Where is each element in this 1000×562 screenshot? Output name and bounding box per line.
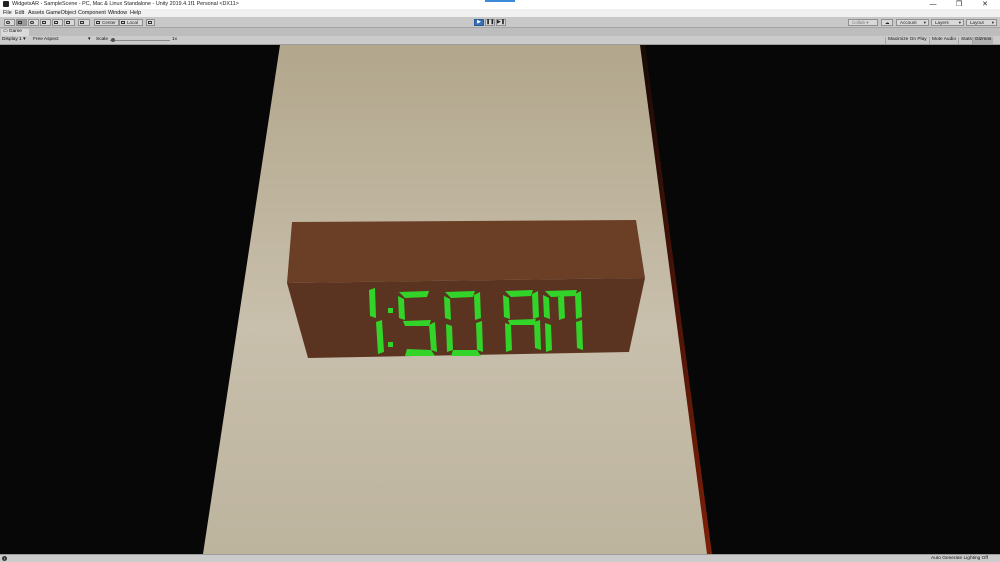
local-icon	[121, 21, 125, 24]
close-button[interactable]: ✕	[972, 0, 998, 9]
menu-help[interactable]: Help	[130, 10, 141, 16]
menu-file[interactable]: File	[3, 10, 12, 16]
play-button[interactable]: ▶	[474, 19, 484, 26]
gizmos-button[interactable]: Gizmos	[972, 37, 994, 44]
letter-m-seg-b	[575, 291, 582, 319]
grid-snap-icon[interactable]	[146, 19, 155, 26]
digit-0-seg-d	[451, 350, 481, 356]
account-label: Account	[900, 20, 917, 25]
window-title: WidgetsAR - SampleScene - PC, Mac & Linu…	[12, 1, 239, 7]
digit-0-seg-c	[476, 321, 483, 352]
restore-button[interactable]: ❐	[946, 0, 972, 9]
space-label: Local	[127, 20, 138, 25]
letter-a-seg-e	[505, 323, 512, 352]
pivot-label: Center	[102, 20, 116, 25]
scale-slider-handle[interactable]	[111, 38, 115, 42]
display-label: Display 1	[2, 37, 22, 42]
colon-bottom	[388, 342, 393, 347]
letter-a-seg-f	[503, 295, 510, 319]
account-dropdown[interactable]: Account ▾	[896, 19, 929, 26]
menu-assets[interactable]: Assets	[28, 10, 44, 16]
hand-tool-icon[interactable]	[4, 19, 15, 26]
letter-m-seg-f	[543, 295, 550, 319]
layout-label: Layout	[970, 20, 984, 25]
menu-edit[interactable]: Edit	[15, 10, 24, 16]
game-tab-label: Game	[8, 29, 22, 34]
clock-box-front	[287, 278, 645, 358]
maximize-on-play-button[interactable]: Maximize On Play	[885, 37, 929, 44]
status-bar: ! Auto Generate Lighting Off	[0, 554, 1000, 562]
display-dropdown[interactable]: Display 1 ▾	[2, 37, 30, 44]
digit-5-seg-d	[405, 349, 435, 356]
digit-5-seg-f	[398, 296, 405, 320]
clock-box-top	[287, 220, 645, 283]
cloud-icon[interactable]: ☁	[881, 19, 893, 26]
letter-a-seg-c	[534, 320, 541, 350]
layout-dropdown[interactable]: Layout ▾	[966, 19, 997, 26]
scene-render	[0, 45, 1000, 554]
pivot-icon	[96, 21, 100, 24]
chevron-down-icon: ▾	[991, 20, 994, 25]
digit-0-seg-f	[444, 296, 451, 320]
menu-gameobject[interactable]: GameObject	[46, 10, 76, 16]
letter-m-seg-e	[545, 323, 552, 352]
chevron-down-icon: ▾	[923, 20, 926, 25]
digit-0-seg-e	[446, 324, 453, 352]
rect-tool-icon[interactable]	[52, 19, 63, 26]
minimize-button[interactable]: —	[920, 0, 946, 9]
scale-slider[interactable]	[110, 40, 170, 41]
digit-0-seg-b	[474, 292, 481, 320]
scale-value: 1x	[172, 37, 178, 42]
collab-dropdown[interactable]: Collab ▾	[848, 19, 878, 26]
custom-tool-icon[interactable]	[78, 19, 90, 26]
scale-label: Scale	[96, 37, 108, 42]
colon-top	[388, 308, 393, 313]
chevron-down-icon: ▾	[958, 20, 961, 25]
scale-tool-icon[interactable]	[40, 19, 51, 26]
move-tool-icon[interactable]	[16, 19, 27, 26]
letter-a-seg-b	[532, 291, 539, 319]
aspect-dropdown[interactable]: Free Aspect ▾	[33, 37, 93, 44]
letter-m-seg-c	[576, 320, 583, 350]
main-toolbar: Center Local ▶ ❚❚ ▶❚ Collab ▾ ☁ Account ▾…	[0, 17, 1000, 28]
layers-dropdown[interactable]: Layers ▾	[931, 19, 964, 26]
menu-component[interactable]: Component	[78, 10, 106, 16]
step-button[interactable]: ▶❚	[496, 19, 506, 26]
pause-button[interactable]: ❚❚	[485, 19, 495, 26]
pivot-toggle-button[interactable]: Center	[94, 19, 119, 26]
title-bar: WidgetsAR - SampleScene - PC, Mac & Linu…	[0, 0, 1000, 9]
transform-tool-icon[interactable]	[64, 19, 75, 26]
rotate-tool-icon[interactable]	[28, 19, 39, 26]
layers-label: Layers	[935, 20, 949, 25]
mute-audio-button[interactable]: Mute Audio	[929, 37, 958, 44]
chevron-down-icon: ▾	[21, 37, 26, 42]
info-icon[interactable]: !	[2, 556, 7, 561]
digit-1-upper	[369, 288, 376, 318]
aspect-label: Free Aspect	[33, 37, 59, 42]
title-accent-bar	[485, 0, 515, 2]
game-view[interactable]	[0, 45, 1000, 554]
letter-m-seg-mid-upper	[558, 296, 565, 320]
menu-window[interactable]: Window	[108, 10, 127, 16]
lighting-status[interactable]: Auto Generate Lighting Off	[931, 556, 988, 561]
space-toggle-button[interactable]: Local	[119, 19, 143, 26]
digit-5-seg-g	[403, 320, 431, 326]
menu-bar: File Edit Assets GameObject Component Wi…	[0, 9, 1000, 17]
letter-a-seg-g	[508, 319, 536, 325]
chevron-down-icon: ▾	[88, 37, 91, 42]
unity-logo-icon	[3, 1, 9, 7]
tab-strip: ▭ Game	[0, 28, 1000, 36]
tab-game[interactable]: ▭ Game	[1, 29, 29, 36]
game-view-toolbar: Display 1 ▾ Free Aspect ▾ Scale 1x Maxim…	[0, 36, 1000, 45]
